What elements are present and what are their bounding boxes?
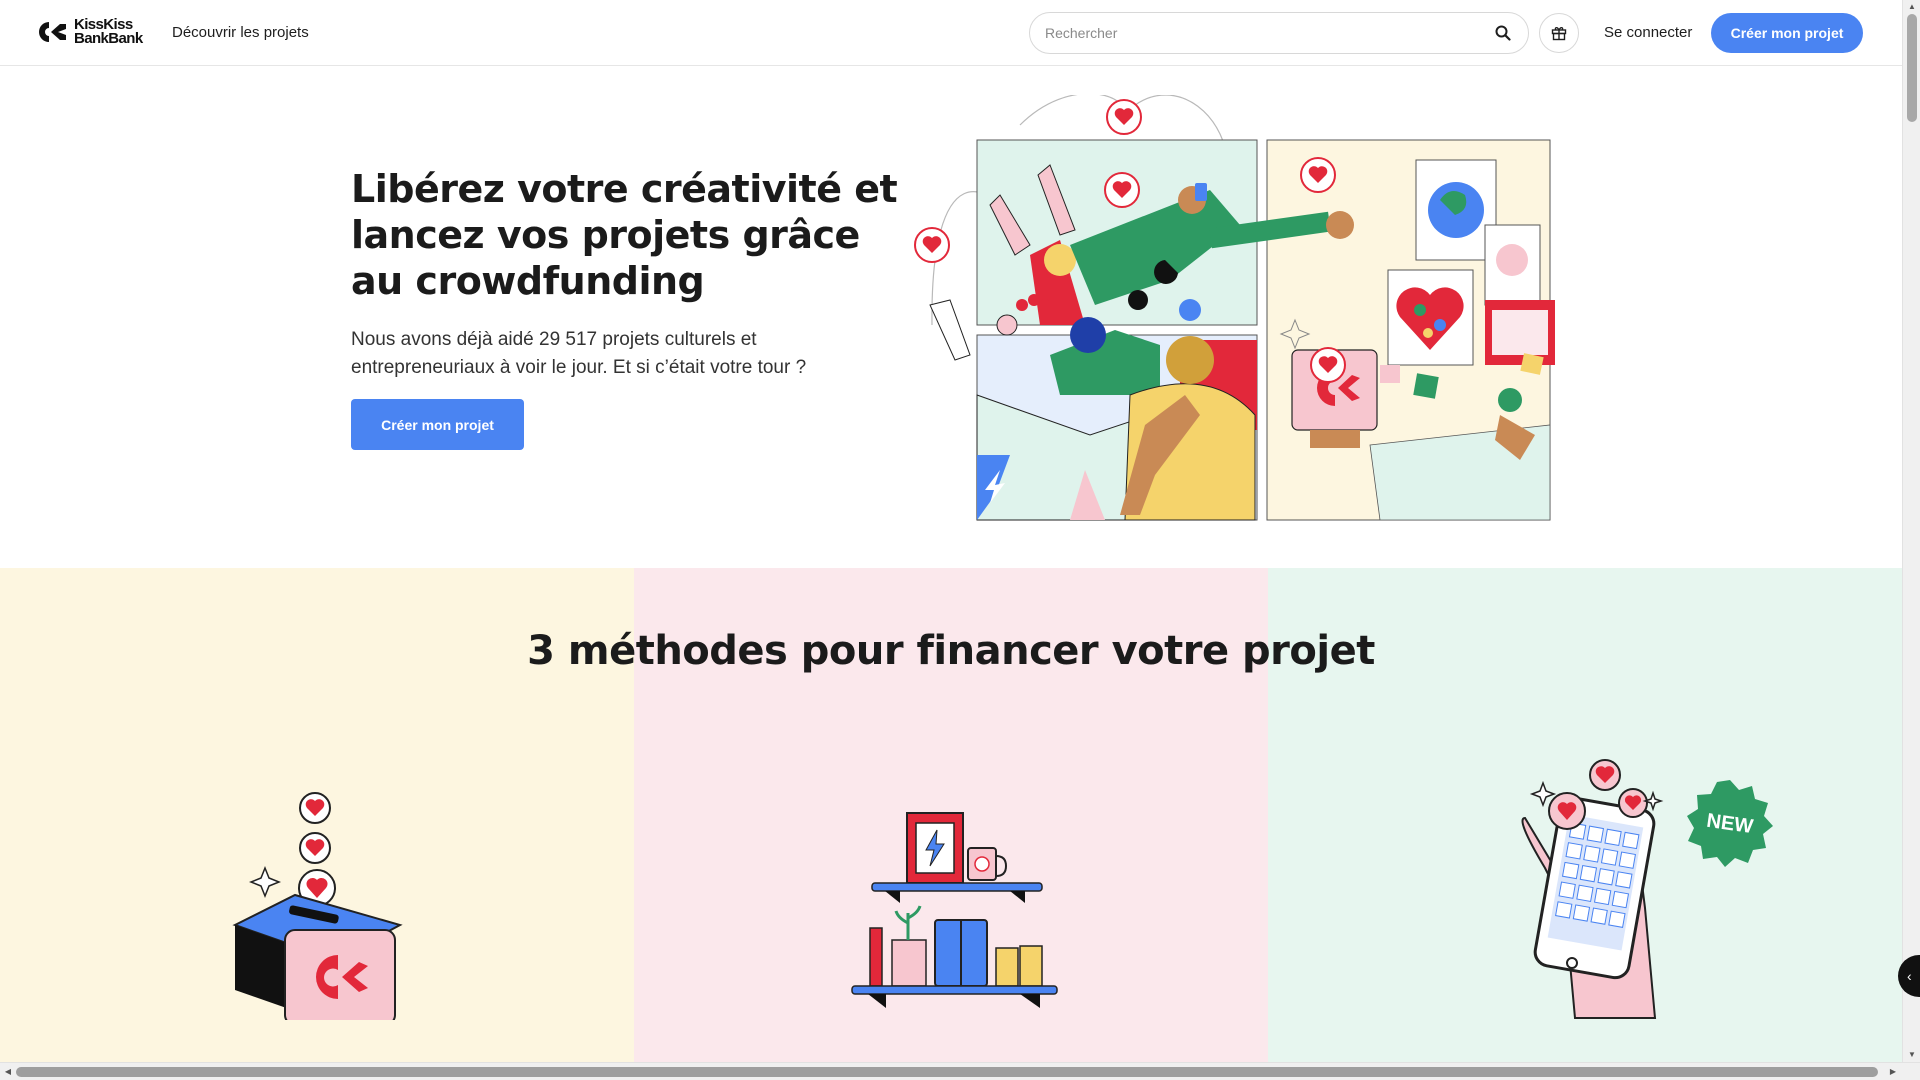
new-badge: NEW [1687, 780, 1773, 867]
gift-card-button[interactable] [1539, 13, 1579, 53]
kisskiss-bankbank-logo[interactable]: KissKiss BankBank [38, 17, 143, 47]
discover-projects-link[interactable]: Découvrir les projets [172, 24, 309, 41]
hero-illustration [914, 95, 1555, 521]
hero-title: Libérez votre créativité et lancez vos p… [351, 167, 898, 303]
scroll-right-icon[interactable]: ▶ [1888, 1067, 1898, 1077]
chevron-left-icon: ‹ [1907, 968, 1912, 984]
kisskiss-logo-icon [39, 22, 66, 42]
search-icon [1495, 25, 1511, 41]
logo-wordmark: KissKiss BankBank [74, 17, 143, 47]
hero-heart-1 [1104, 172, 1140, 208]
horizontal-scroll-thumb[interactable] [16, 1067, 1878, 1077]
funding-methods-section: 3 méthodes pour financer votre projet NE… [0, 568, 1902, 1063]
shop-shelves-illustration [851, 812, 1058, 1008]
hero-subtitle: Nous avons déjà aidé 29 517 projets cult… [351, 329, 807, 378]
scroll-down-icon[interactable]: ▼ [1907, 1050, 1917, 1060]
methods-title: 3 méthodes pour financer votre projet [527, 628, 1375, 674]
vertical-scrollbar[interactable]: ▲ ▼ [1902, 0, 1920, 1062]
gift-icon [1551, 27, 1567, 41]
subscription-phone-illustration [1521, 759, 1664, 1019]
search-input[interactable] [1045, 25, 1492, 41]
create-project-header-button[interactable]: Créer mon projet [1711, 13, 1863, 53]
logo-line-2: BankBank [74, 30, 143, 47]
search-bar [1029, 12, 1529, 54]
donation-box-illustration [232, 792, 403, 1020]
search-button[interactable] [1492, 22, 1514, 44]
create-project-hero-button[interactable]: Créer mon projet [351, 399, 524, 450]
horizontal-scrollbar[interactable]: ◀ ▶ [0, 1062, 1920, 1080]
site-header: KissKiss BankBank Découvrir les projets … [0, 0, 1902, 66]
login-link[interactable]: Se connecter [1604, 24, 1692, 41]
scroll-left-icon[interactable]: ◀ [3, 1067, 13, 1077]
scroll-up-icon[interactable]: ▲ [1907, 2, 1917, 12]
vertical-scroll-thumb[interactable] [1907, 14, 1917, 122]
